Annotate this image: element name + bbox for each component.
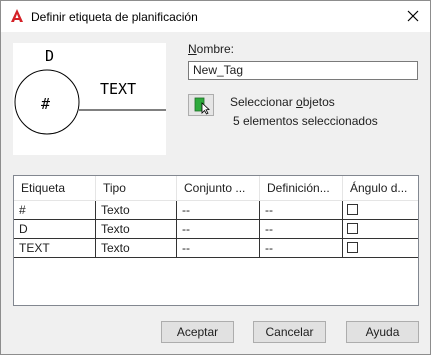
table-row[interactable]: D Texto -- -- bbox=[14, 220, 418, 239]
select-objects-button[interactable] bbox=[188, 94, 214, 116]
column-header-angulo[interactable]: Ángulo d... bbox=[343, 176, 418, 200]
dialog-window: Definir etiqueta de planificación D # TE… bbox=[0, 0, 431, 355]
tag-preview: D # TEXT bbox=[13, 43, 166, 155]
cell-etiqueta: TEXT bbox=[14, 239, 96, 257]
help-button[interactable]: Ayuda bbox=[346, 321, 419, 343]
preview-label-d: D bbox=[45, 47, 54, 65]
title-bar: Definir etiqueta de planificación bbox=[1, 1, 430, 32]
tags-table: Etiqueta Tipo Conjunto ... Definición...… bbox=[13, 175, 419, 306]
close-button[interactable] bbox=[401, 5, 425, 27]
name-input[interactable]: New_Tag bbox=[188, 61, 418, 80]
cell-etiqueta: D bbox=[14, 220, 96, 238]
autocad-app-icon bbox=[11, 9, 23, 22]
cell-tipo: Texto bbox=[96, 220, 177, 238]
accept-button[interactable]: Aceptar bbox=[161, 321, 234, 343]
preview-label-hash: # bbox=[41, 95, 50, 113]
column-header-tipo[interactable]: Tipo bbox=[96, 176, 177, 200]
cell-tipo: Texto bbox=[96, 239, 177, 257]
cell-definicion: -- bbox=[260, 201, 343, 219]
table-row[interactable]: # Texto -- -- bbox=[14, 201, 418, 220]
column-header-definicion[interactable]: Definición... bbox=[260, 176, 343, 200]
cell-definicion: -- bbox=[260, 220, 343, 238]
angle-checkbox[interactable] bbox=[347, 204, 358, 215]
name-label: Nombre: bbox=[188, 42, 235, 56]
select-objects-icon bbox=[194, 97, 210, 115]
angle-checkbox[interactable] bbox=[347, 242, 358, 253]
window-title: Definir etiqueta de planificación bbox=[31, 10, 198, 24]
column-header-etiqueta[interactable]: Etiqueta bbox=[14, 176, 96, 200]
cell-etiqueta: # bbox=[14, 201, 96, 219]
cell-conjunto: -- bbox=[177, 201, 260, 219]
cell-angulo bbox=[343, 239, 418, 257]
preview-label-text: TEXT bbox=[100, 80, 136, 98]
table-header: Etiqueta Tipo Conjunto ... Definición...… bbox=[14, 176, 418, 201]
selected-count-text: 5 elementos seleccionados bbox=[233, 114, 378, 128]
cell-angulo bbox=[343, 220, 418, 238]
cancel-button[interactable]: Cancelar bbox=[253, 321, 326, 343]
cell-conjunto: -- bbox=[177, 239, 260, 257]
cell-definicion: -- bbox=[260, 239, 343, 257]
cell-tipo: Texto bbox=[96, 201, 177, 219]
column-header-conjunto[interactable]: Conjunto ... bbox=[177, 176, 260, 200]
close-icon bbox=[407, 10, 419, 22]
cell-angulo bbox=[343, 201, 418, 219]
angle-checkbox[interactable] bbox=[347, 223, 358, 234]
select-objects-label: Seleccionar objetos bbox=[230, 95, 335, 109]
cell-conjunto: -- bbox=[177, 220, 260, 238]
tag-preview-drawing: D # TEXT bbox=[14, 47, 166, 135]
table-row[interactable]: TEXT Texto -- -- bbox=[14, 239, 418, 258]
